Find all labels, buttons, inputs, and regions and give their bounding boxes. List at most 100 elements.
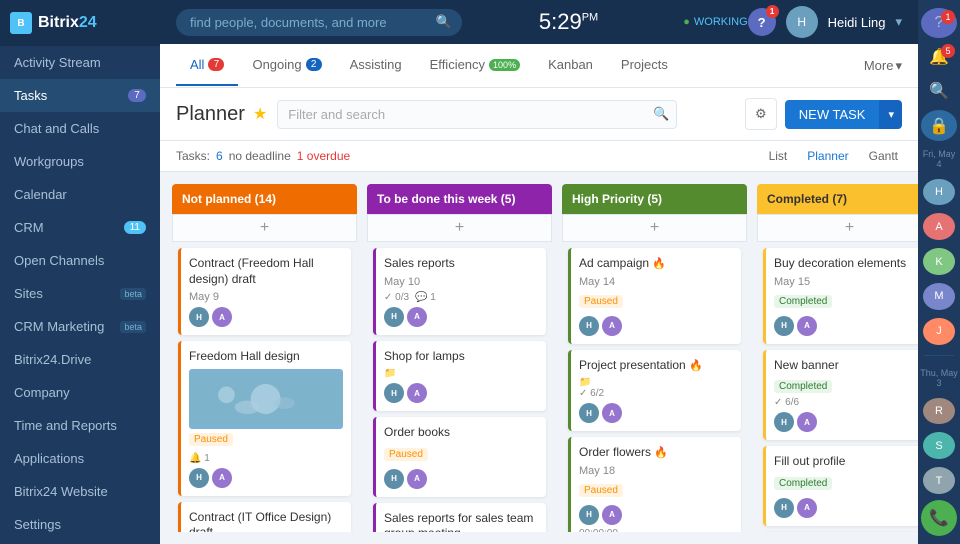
panel-avatar[interactable]: H	[923, 179, 955, 206]
right-panel: ? 1 🔔 5 🔍 🔒 Fri, May 4 H A K M J Thu, Ma…	[918, 0, 960, 544]
phone-icon[interactable]: 📞	[921, 500, 957, 536]
sidebar-item-applications[interactable]: Applications	[0, 442, 160, 475]
avatar: A	[212, 307, 232, 327]
tabs-more[interactable]: More ▾	[864, 58, 902, 74]
task-card[interactable]: Freedom Hall design Paused	[178, 341, 351, 496]
panel-date: Fri, May 4	[918, 145, 960, 173]
column-not-planned: Not planned (14) + Contract (Freedom Hal…	[172, 184, 357, 532]
tab-all[interactable]: All 7	[176, 45, 238, 86]
help-badge: 1	[766, 5, 779, 18]
task-card[interactable]: Buy decoration elements May 15 Completed…	[763, 248, 918, 344]
tab-ongoing[interactable]: Ongoing 2	[238, 45, 335, 86]
avatar: H	[384, 307, 404, 327]
task-stats-info: Tasks: 6 no deadline 1 overdue	[176, 149, 350, 163]
avatar: H	[774, 412, 794, 432]
lock-icon[interactable]: 🔒	[921, 110, 957, 140]
tab-efficiency[interactable]: Efficiency 100%	[416, 45, 534, 86]
add-card-this-week[interactable]: +	[367, 214, 552, 242]
search-icon: 🔍	[436, 14, 452, 30]
tasks-badge: 7	[128, 89, 146, 102]
view-planner[interactable]: Planner	[803, 147, 852, 165]
avatar: H	[579, 316, 599, 336]
avatar: H	[579, 403, 599, 423]
planner-search-input[interactable]	[277, 100, 677, 129]
avatar: H	[774, 316, 794, 336]
sidebar-item-sites[interactable]: Sites beta	[0, 277, 160, 310]
column-this-week: To be done this week (5) + Sales reports…	[367, 184, 552, 532]
search-panel-icon[interactable]: 🔍	[921, 76, 957, 106]
sidebar-item-tasks[interactable]: Tasks 7	[0, 79, 160, 112]
add-card-completed[interactable]: +	[757, 214, 918, 242]
add-card-high-priority[interactable]: +	[562, 214, 747, 242]
view-gantt[interactable]: Gantt	[865, 147, 902, 165]
task-card[interactable]: Fill out profile Completed H A	[763, 446, 918, 526]
sidebar-item-reports[interactable]: Time and Reports	[0, 409, 160, 442]
panel-avatar[interactable]: J	[923, 318, 955, 345]
view-list[interactable]: List	[765, 147, 792, 165]
task-card[interactable]: Contract (Freedom Hall design) draft May…	[178, 248, 351, 335]
sidebar-item-open-channels[interactable]: Open Channels	[0, 244, 160, 277]
column-high-priority: High Priority (5) + Ad campaign 🔥 May 14…	[562, 184, 747, 532]
right-panel-divider	[924, 355, 954, 356]
panel-avatar[interactable]: T	[923, 467, 955, 494]
column-header-not-planned: Not planned (14)	[172, 184, 357, 214]
column-cards-high-priority: Ad campaign 🔥 May 14 Paused H A Project …	[562, 242, 747, 532]
panel-avatar[interactable]: A	[923, 213, 955, 240]
avatar: H	[579, 505, 599, 525]
task-card[interactable]: Contract (IT Office Design) draft May 17…	[178, 502, 351, 532]
tab-projects[interactable]: Projects	[607, 45, 682, 86]
add-card-not-planned[interactable]: +	[172, 214, 357, 242]
sidebar-item-settings[interactable]: Settings	[0, 508, 160, 541]
planner-search-icon: 🔍	[653, 106, 669, 122]
sidebar-item-company[interactable]: Company	[0, 376, 160, 409]
help-button[interactable]: ? 1	[748, 8, 776, 36]
search-input[interactable]	[176, 9, 462, 36]
sidebar-item-calendar[interactable]: Calendar	[0, 178, 160, 211]
task-card[interactable]: Project presentation 🔥 📁 ✓ 6/2 H A	[568, 350, 741, 432]
new-task-button[interactable]: NEW TASK	[785, 100, 880, 129]
avatar: A	[797, 498, 817, 518]
sidebar-item-crm[interactable]: CRM 11	[0, 211, 160, 244]
planner-settings-button[interactable]: ⚙	[745, 98, 777, 130]
sidebar-item-workgroups[interactable]: Workgroups	[0, 145, 160, 178]
sidebar-logo[interactable]: B Bitrix24	[0, 0, 160, 46]
task-card[interactable]: Ad campaign 🔥 May 14 Paused H A	[568, 248, 741, 344]
sidebar-item-drive[interactable]: Bitrix24.Drive	[0, 343, 160, 376]
column-completed: Completed (7) + Buy decoration elements …	[757, 184, 918, 532]
header-time: 5:29PM	[462, 9, 675, 35]
tab-ongoing-badge: 2	[306, 58, 322, 71]
task-card[interactable]: Order books Paused H A	[373, 417, 546, 497]
sidebar: B Bitrix24 Activity Stream Tasks 7 Chat …	[0, 0, 160, 544]
user-menu-chevron[interactable]: ▾	[895, 14, 902, 30]
star-icon[interactable]: ★	[253, 104, 267, 124]
avatar: A	[407, 383, 427, 403]
header-avatar: H	[786, 6, 818, 38]
avatar: A	[212, 468, 232, 488]
task-card[interactable]: Shop for lamps 📁 H A	[373, 341, 546, 412]
avatar: A	[797, 412, 817, 432]
new-task-dropdown[interactable]: ▾	[879, 100, 902, 129]
tab-efficiency-badge: 100%	[489, 59, 520, 71]
panel-avatar[interactable]: M	[923, 283, 955, 310]
task-card[interactable]: New banner Completed ✓ 6/6 H A	[763, 350, 918, 441]
task-card[interactable]: Sales reports for sales team group meeti…	[373, 503, 546, 532]
panel-avatar[interactable]: K	[923, 248, 955, 275]
tabs-bar: All 7 Ongoing 2 Assisting Efficiency 100…	[160, 44, 918, 88]
task-card[interactable]: Order flowers 🔥 May 18 Paused H A 00:00:…	[568, 437, 741, 532]
task-card[interactable]: Sales reports May 10 ✓ 0/3 💬 1 H A	[373, 248, 546, 335]
avatar: H	[384, 383, 404, 403]
sidebar-item-chat[interactable]: Chat and Calls	[0, 112, 160, 145]
panel-avatar[interactable]: R	[923, 398, 955, 425]
tab-kanban[interactable]: Kanban	[534, 45, 607, 86]
new-task-button-group: NEW TASK ▾	[785, 100, 902, 129]
overdue-badge: 1 overdue	[297, 149, 350, 163]
avatar: A	[797, 316, 817, 336]
sidebar-item-website[interactable]: Bitrix24 Website	[0, 475, 160, 508]
sidebar-item-crm-marketing[interactable]: CRM Marketing beta	[0, 310, 160, 343]
avatar: A	[602, 316, 622, 336]
tab-assisting[interactable]: Assisting	[336, 45, 416, 86]
notifications-icon[interactable]: 🔔 5	[921, 42, 957, 72]
help-panel-icon[interactable]: ? 1	[921, 8, 957, 38]
panel-avatar[interactable]: S	[923, 432, 955, 459]
sidebar-item-activity[interactable]: Activity Stream	[0, 46, 160, 79]
